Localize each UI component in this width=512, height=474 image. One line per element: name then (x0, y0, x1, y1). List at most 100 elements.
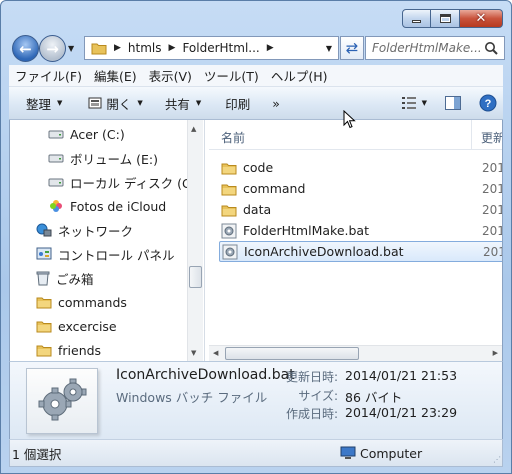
folder-icon (221, 184, 237, 195)
search-icon[interactable] (484, 41, 498, 55)
file-row[interactable]: data 2014 (219, 199, 502, 220)
resize-grip-icon[interactable]: ⋰ (493, 455, 501, 464)
minimize-button[interactable] (402, 9, 431, 28)
menu-bar: ファイル(F) 編集(E) 表示(V) ツール(T) ヘルプ(H) (9, 65, 503, 87)
maximize-button[interactable] (431, 9, 460, 28)
menu-edit[interactable]: 編集(E) (88, 66, 143, 85)
scroll-left-icon[interactable]: ◀ (213, 349, 218, 357)
organize-button[interactable]: 整理 ▼ (17, 94, 71, 113)
explorer-window: ✕ ← → ▼ ▶ htmls ▶ FolderHtml... ▶ ▼ ⇄ Fo… (0, 0, 512, 474)
network-icon (36, 223, 52, 237)
file-name: data (243, 202, 272, 217)
open-button[interactable]: 開く ▼ (79, 94, 151, 113)
icloud-photos-icon (50, 200, 62, 212)
menu-view[interactable]: 表示(V) (143, 66, 198, 85)
menu-file[interactable]: ファイル(F) (9, 66, 88, 85)
file-row[interactable]: command 2014 (219, 178, 502, 199)
file-date: 2014 (482, 223, 502, 238)
horizontal-scroll-thumb[interactable] (225, 347, 359, 360)
navigation-scroll-thumb[interactable] (189, 266, 202, 288)
column-name[interactable]: 名前 (221, 129, 245, 146)
nav-item-label: excercise (58, 318, 117, 334)
details-modified-value: 2014/01/21 21:53 (345, 368, 458, 383)
breadcrumb-folderhtml[interactable]: FolderHtml... (182, 41, 259, 55)
search-box[interactable]: FolderHtmlMake... (365, 36, 505, 60)
file-name: FolderHtmlMake.bat (243, 223, 369, 238)
folder-icon (221, 163, 237, 174)
nav-item[interactable]: excercise (36, 316, 117, 336)
computer-icon (340, 446, 356, 459)
nav-item[interactable]: Acer (C:) (48, 124, 125, 144)
status-location-label: Computer (360, 445, 423, 461)
refresh-button[interactable]: ⇄ (340, 36, 364, 60)
nav-item-label: Acer (C:) (70, 126, 125, 142)
file-date: 2014 (483, 244, 502, 259)
details-size-value: 86 バイト (345, 390, 403, 405)
file-row[interactable]: code 2014 (219, 157, 502, 178)
scroll-up-icon[interactable]: ▲ (191, 125, 196, 133)
view-details-icon (401, 97, 416, 109)
search-input[interactable]: FolderHtmlMake... (372, 41, 480, 55)
change-view-button[interactable]: ▼ (393, 97, 436, 109)
chevron-down-icon: ▼ (137, 99, 143, 107)
file-date: 2014 (482, 202, 502, 217)
print-button[interactable]: 印刷 (216, 94, 259, 113)
chevron-right-icon[interactable]: ▶ (114, 43, 121, 53)
nav-item-label: ごみ箱 (56, 271, 94, 287)
folder-icon (36, 297, 52, 309)
forward-button[interactable]: → (39, 35, 66, 62)
chevron-right-icon[interactable]: ▶ (267, 43, 274, 53)
chevron-right-icon[interactable]: ▶ (169, 43, 176, 53)
status-bar: 1 個選択 Computer ⋰ (9, 439, 503, 467)
chevron-down-icon: ▼ (57, 99, 63, 107)
column-modified[interactable]: 更新 (481, 129, 502, 146)
navigation-scrollbar[interactable]: ▲ ▼ (187, 120, 203, 361)
address-dropdown-icon[interactable]: ▼ (326, 44, 332, 53)
more-commands-button[interactable]: » (263, 96, 289, 111)
file-row[interactable]: IconArchiveDownload.bat 2014 (219, 241, 502, 262)
batch-file-icon (222, 244, 238, 259)
back-button[interactable]: ← (12, 35, 39, 62)
nav-item[interactable]: ボリューム (E:) (48, 148, 158, 168)
help-button[interactable]: ? (470, 94, 503, 112)
menu-tools[interactable]: ツール(T) (198, 66, 265, 85)
scroll-right-icon[interactable]: ▶ (493, 349, 498, 357)
menu-help[interactable]: ヘルプ(H) (265, 66, 334, 85)
recent-pages-dropdown[interactable]: ▼ (68, 44, 74, 53)
nav-item-label: コントロール パネル (58, 247, 175, 263)
preview-pane-button[interactable] (436, 96, 470, 110)
details-created-label: 作成日時: (285, 407, 338, 421)
nav-item[interactable]: ごみ箱 (36, 268, 94, 288)
horizontal-scrollbar[interactable]: ◀ ▶ (209, 345, 502, 361)
details-size-label: サイズ: (298, 389, 338, 403)
file-row[interactable]: FolderHtmlMake.bat 2014 (219, 220, 502, 241)
scroll-down-icon[interactable]: ▼ (191, 349, 196, 357)
status-location: Computer (340, 446, 422, 461)
chevron-down-icon: ▼ (421, 99, 427, 107)
file-date: 2014 (482, 160, 502, 175)
nav-item-label: Fotos de iCloud (70, 198, 167, 214)
arrow-left-icon: ← (19, 39, 32, 58)
nav-item[interactable]: commands (36, 292, 127, 312)
navigation-pane: Acer (C:) ボリューム (E:) ローカル ディスク (G Fotos de … (10, 120, 204, 361)
maximize-icon (439, 14, 451, 23)
nav-item[interactable]: Fotos de iCloud (48, 196, 166, 216)
share-button[interactable]: 共有 ▼ (156, 94, 210, 113)
open-icon (88, 97, 102, 109)
pane-splitter[interactable] (204, 120, 205, 361)
details-modified-label: 更新日時: (285, 370, 338, 384)
breadcrumb-htmls[interactable]: htmls (128, 41, 162, 55)
column-divider[interactable] (471, 120, 472, 150)
nav-item[interactable]: ローカル ディスク (G (48, 172, 192, 192)
nav-item[interactable]: ネットワーク (36, 220, 133, 240)
details-pane: IconArchiveDownload.bat Windows バッチ ファイル… (9, 361, 503, 439)
navigation-bar: ← → ▼ ▶ htmls ▶ FolderHtml... ▶ ▼ ⇄ Fold… (9, 34, 505, 62)
file-thumbnail (26, 368, 98, 434)
file-name: IconArchiveDownload.bat (244, 244, 404, 259)
close-button[interactable]: ✕ (460, 9, 503, 28)
caption-buttons: ✕ (402, 9, 503, 28)
nav-item[interactable]: friends (36, 340, 101, 360)
address-bar[interactable]: ▶ htmls ▶ FolderHtml... ▶ ▼ (84, 36, 339, 60)
folder-icon (91, 43, 107, 55)
nav-item[interactable]: コントロール パネル (36, 244, 174, 264)
